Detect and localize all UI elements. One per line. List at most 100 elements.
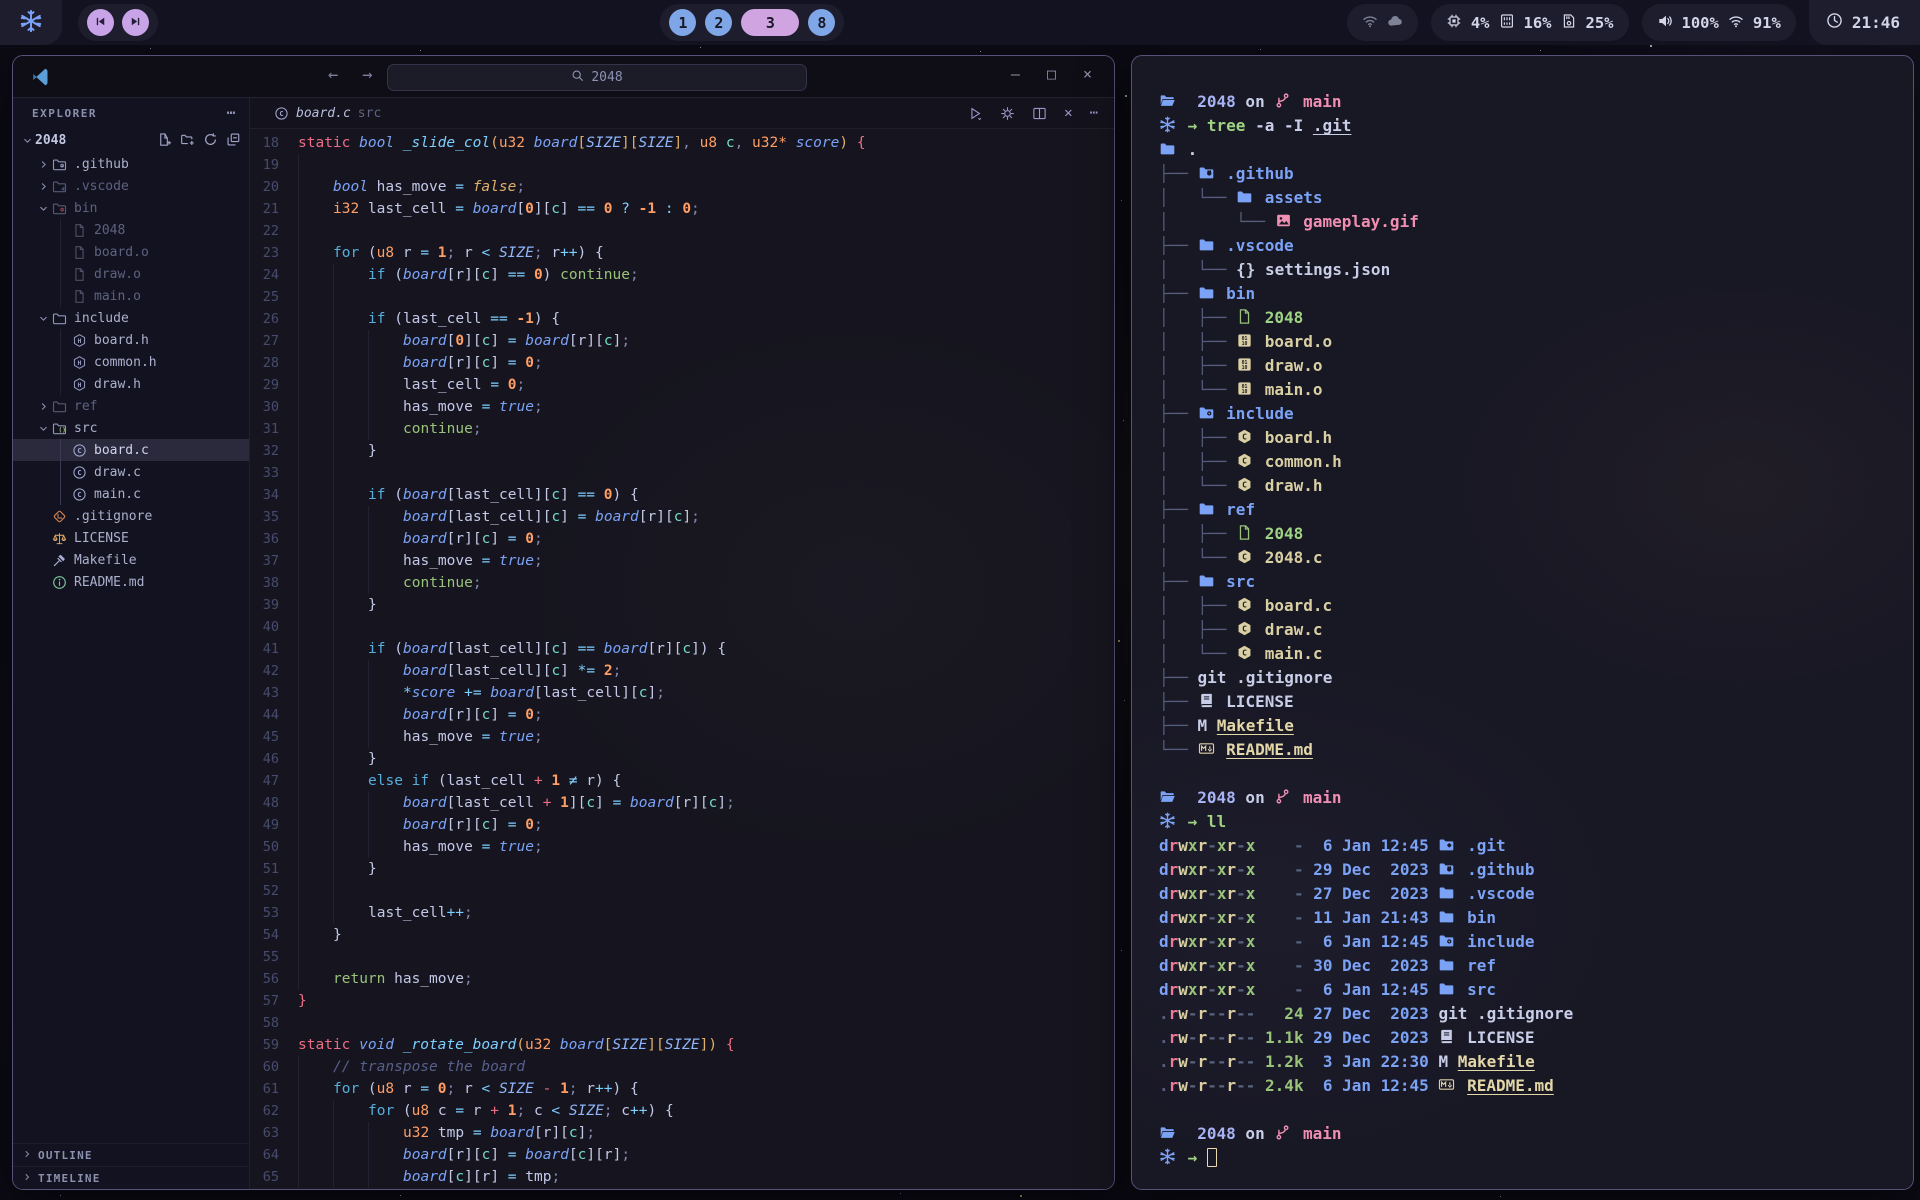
workspace-1[interactable]: 1 bbox=[669, 9, 696, 36]
code-line-26[interactable]: 26if (last_cell == -1) { bbox=[250, 308, 1114, 330]
explorer-item-draw.c[interactable]: Cdraw.c bbox=[13, 461, 249, 483]
code-line-61[interactable]: 61for (u8 r = 0; r < SIZE - 1; r++) { bbox=[250, 1078, 1114, 1100]
code-area[interactable]: 18static bool _slide_col(u32 board[SIZE]… bbox=[250, 129, 1114, 1189]
code-line-50[interactable]: 50has_move = true; bbox=[250, 836, 1114, 858]
code-line-55[interactable]: 55 bbox=[250, 946, 1114, 968]
code-line-42[interactable]: 42board[last_cell][c] *= 2; bbox=[250, 660, 1114, 682]
explorer-item-board.h[interactable]: Hboard.h bbox=[13, 329, 249, 351]
code-line-34[interactable]: 34if (board[last_cell][c] == 0) { bbox=[250, 484, 1114, 506]
forward-button[interactable]: → bbox=[362, 65, 372, 85]
back-button[interactable]: ← bbox=[328, 65, 338, 85]
workspace-2[interactable]: 2 bbox=[705, 9, 732, 36]
code-line-43[interactable]: 43*score += board[last_cell][c]; bbox=[250, 682, 1114, 704]
code-line-54[interactable]: 54} bbox=[250, 924, 1114, 946]
explorer-item-bin[interactable]: bin bbox=[13, 197, 249, 219]
code-line-41[interactable]: 41if (board[last_cell][c] == board[r][c]… bbox=[250, 638, 1114, 660]
code-line-59[interactable]: 59static void _rotate_board(u32 board[SI… bbox=[250, 1034, 1114, 1056]
code-line-18[interactable]: 18static bool _slide_col(u32 board[SIZE]… bbox=[250, 132, 1114, 154]
code-line-48[interactable]: 48board[last_cell + 1][c] = board[r][c]; bbox=[250, 792, 1114, 814]
explorer-item-.github[interactable]: .github bbox=[13, 153, 249, 175]
new-file-button[interactable] bbox=[157, 132, 172, 147]
explorer-item-Makefile[interactable]: Makefile bbox=[13, 549, 249, 571]
code-line-52[interactable]: 52 bbox=[250, 880, 1114, 902]
code-line-51[interactable]: 51} bbox=[250, 858, 1114, 880]
clock-widget[interactable]: 21:46 bbox=[1809, 0, 1920, 45]
tab-board-c[interactable]: C board.c src bbox=[260, 98, 395, 128]
explorer-item-board.o[interactable]: board.o bbox=[13, 241, 249, 263]
code-line-44[interactable]: 44board[r][c] = 0; bbox=[250, 704, 1114, 726]
code-line-22[interactable]: 22 bbox=[250, 220, 1114, 242]
code-line-37[interactable]: 37has_move = true; bbox=[250, 550, 1114, 572]
search-input[interactable]: 2048 bbox=[387, 64, 807, 91]
code-line-24[interactable]: 24if (board[r][c] == 0) continue; bbox=[250, 264, 1114, 286]
run-file-button[interactable] bbox=[968, 106, 983, 121]
code-line-49[interactable]: 49board[r][c] = 0; bbox=[250, 814, 1114, 836]
terminal-window[interactable]: 2048 on main → tree -a -I .git .├── .git… bbox=[1131, 55, 1914, 1190]
explorer-item-ref[interactable]: ref bbox=[13, 395, 249, 417]
explorer-item-draw.o[interactable]: draw.o bbox=[13, 263, 249, 285]
explorer-item-2048[interactable]: 2048 bbox=[13, 219, 249, 241]
code-line-58[interactable]: 58 bbox=[250, 1012, 1114, 1034]
split-editor-button[interactable] bbox=[1032, 106, 1047, 121]
skip-forward-button[interactable] bbox=[122, 9, 149, 36]
code-line-19[interactable]: 19 bbox=[250, 154, 1114, 176]
code-line-21[interactable]: 21i32 last_cell = board[0][c] == 0 ? -1 … bbox=[250, 198, 1114, 220]
minimize-button[interactable]: — bbox=[1011, 65, 1020, 83]
explorer-item-main.c[interactable]: Cmain.c bbox=[13, 483, 249, 505]
close-editor-button[interactable]: ✕ bbox=[1064, 105, 1072, 121]
network-indicators[interactable] bbox=[1347, 4, 1418, 41]
code-line-56[interactable]: 56return has_move; bbox=[250, 968, 1114, 990]
refresh-button[interactable] bbox=[203, 132, 218, 147]
code-line-31[interactable]: 31continue; bbox=[250, 418, 1114, 440]
code-line-27[interactable]: 27board[0][c] = board[r][c]; bbox=[250, 330, 1114, 352]
explorer-item-draw.h[interactable]: Hdraw.h bbox=[13, 373, 249, 395]
code-line-47[interactable]: 47else if (last_cell + 1 ≠ r) { bbox=[250, 770, 1114, 792]
explorer-item-board.c[interactable]: Cboard.c bbox=[13, 439, 249, 461]
explorer-item-include[interactable]: include bbox=[13, 307, 249, 329]
timeline-section-header[interactable]: TIMELINE bbox=[13, 1166, 249, 1189]
explorer-item-LICENSE[interactable]: LICENSE bbox=[13, 527, 249, 549]
collapse-all-button[interactable] bbox=[226, 132, 241, 147]
code-line-60[interactable]: 60// transpose the board bbox=[250, 1056, 1114, 1078]
settings-gear-button[interactable] bbox=[1000, 106, 1015, 121]
outline-section-header[interactable]: OUTLINE bbox=[13, 1143, 249, 1166]
code-line-40[interactable]: 40 bbox=[250, 616, 1114, 638]
code-line-36[interactable]: 36board[r][c] = 0; bbox=[250, 528, 1114, 550]
audio-network-widget[interactable]: 100% 91% bbox=[1642, 4, 1796, 41]
explorer-item-2048[interactable]: 2048 bbox=[13, 128, 249, 153]
code-line-39[interactable]: 39} bbox=[250, 594, 1114, 616]
code-line-23[interactable]: 23for (u8 r = 1; r < SIZE; r++) { bbox=[250, 242, 1114, 264]
explorer-item-main.o[interactable]: main.o bbox=[13, 285, 249, 307]
workspace-3[interactable]: 3 bbox=[741, 9, 799, 36]
new-folder-button[interactable] bbox=[180, 132, 195, 147]
code-line-35[interactable]: 35board[last_cell][c] = board[r][c]; bbox=[250, 506, 1114, 528]
code-line-32[interactable]: 32} bbox=[250, 440, 1114, 462]
code-line-29[interactable]: 29last_cell = 0; bbox=[250, 374, 1114, 396]
close-button[interactable]: × bbox=[1083, 65, 1092, 83]
code-line-62[interactable]: 62for (u8 c = r + 1; c < SIZE; c++) { bbox=[250, 1100, 1114, 1122]
explorer-item-.vscode[interactable]: .vscode bbox=[13, 175, 249, 197]
skip-back-button[interactable] bbox=[87, 9, 114, 36]
code-line-38[interactable]: 38continue; bbox=[250, 572, 1114, 594]
explorer-item-README.md[interactable]: README.md bbox=[13, 571, 249, 593]
explorer-item-.gitignore[interactable]: .gitignore bbox=[13, 505, 249, 527]
code-line-25[interactable]: 25 bbox=[250, 286, 1114, 308]
code-line-46[interactable]: 46} bbox=[250, 748, 1114, 770]
launcher-button[interactable] bbox=[0, 0, 62, 45]
code-line-20[interactable]: 20bool has_move = false; bbox=[250, 176, 1114, 198]
maximize-button[interactable]: □ bbox=[1047, 65, 1056, 83]
more-actions-button[interactable]: ⋯ bbox=[1090, 105, 1098, 121]
code-line-30[interactable]: 30has_move = true; bbox=[250, 396, 1114, 418]
workspace-8[interactable]: 8 bbox=[808, 9, 835, 36]
code-line-28[interactable]: 28board[r][c] = 0; bbox=[250, 352, 1114, 374]
explorer-item-common.h[interactable]: Hcommon.h bbox=[13, 351, 249, 373]
code-line-65[interactable]: 65board[c][r] = tmp; bbox=[250, 1166, 1114, 1188]
code-line-33[interactable]: 33 bbox=[250, 462, 1114, 484]
code-line-64[interactable]: 64board[r][c] = board[c][r]; bbox=[250, 1144, 1114, 1166]
code-line-63[interactable]: 63u32 tmp = board[r][c]; bbox=[250, 1122, 1114, 1144]
code-line-45[interactable]: 45has_move = true; bbox=[250, 726, 1114, 748]
explorer-header[interactable]: EXPLORER ⋯ bbox=[13, 98, 249, 128]
code-line-57[interactable]: 57} bbox=[250, 990, 1114, 1012]
explorer-more-button[interactable]: ⋯ bbox=[227, 105, 235, 121]
code-line-53[interactable]: 53last_cell++; bbox=[250, 902, 1114, 924]
